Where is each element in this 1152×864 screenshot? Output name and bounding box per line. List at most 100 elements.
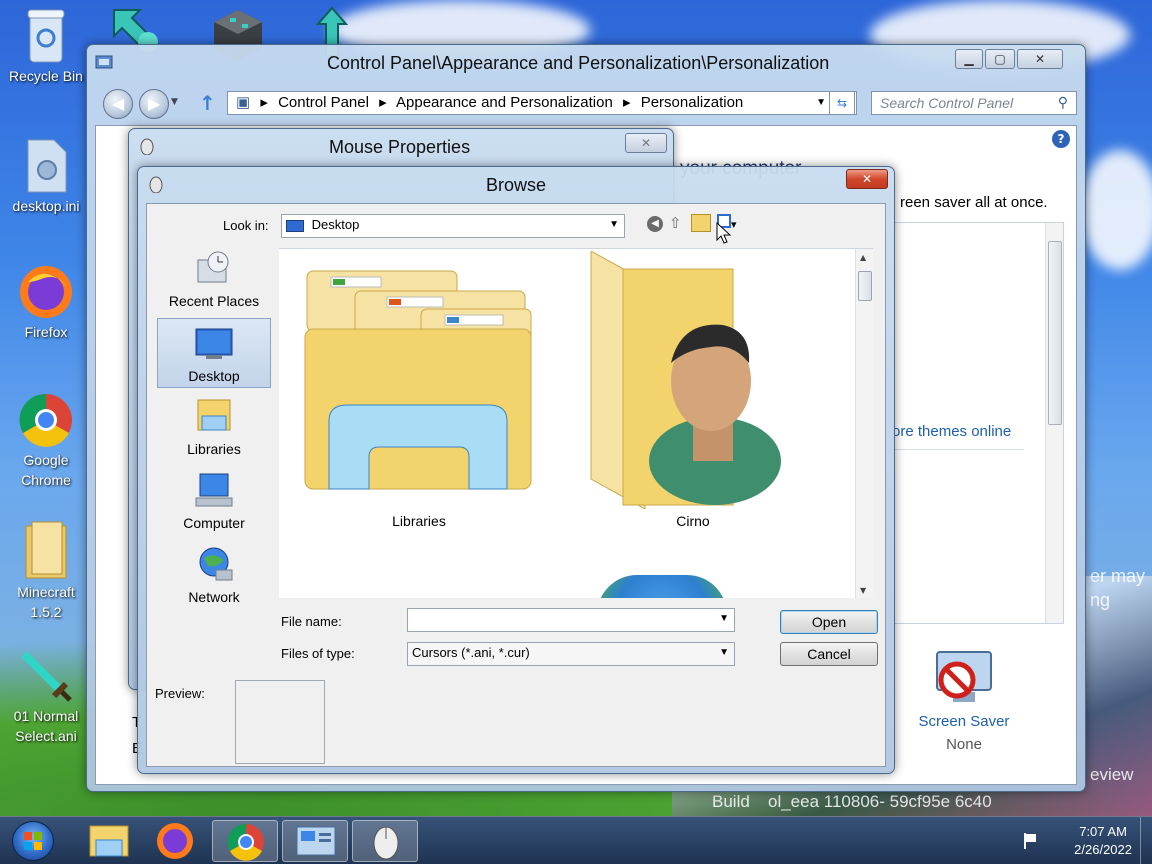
- clock-date: 2/26/2022: [1074, 842, 1132, 857]
- mouse-icon: [373, 826, 399, 860]
- desktop-icon-firefox[interactable]: Firefox: [4, 264, 88, 342]
- sword-cursor-icon: [21, 651, 72, 702]
- place-network[interactable]: Network: [157, 540, 271, 610]
- place-recent-places[interactable]: Recent Places: [157, 244, 271, 314]
- window-title: Mouse Properties: [329, 137, 471, 157]
- screen-saver-value: None: [946, 736, 982, 753]
- place-computer[interactable]: Computer: [157, 466, 271, 536]
- watermark-build-number: ol_eea 110806- 59cf95e 6c40: [768, 792, 992, 811]
- close-button[interactable]: ✕: [846, 169, 888, 189]
- chevron-down-icon[interactable]: ▼: [609, 215, 619, 235]
- taskbar-control-panel[interactable]: [282, 820, 348, 862]
- preview-label: Preview:: [155, 686, 205, 701]
- chevron-down-icon[interactable]: ▼: [719, 643, 729, 663]
- screen-saver-label[interactable]: Screen Saver: [904, 713, 1024, 730]
- address-bar[interactable]: ▣ ▸ Control Panel ▸ Appearance and Perso…: [227, 91, 857, 115]
- file-list-scrollbar[interactable]: ▲ ▼: [855, 249, 873, 598]
- cancel-button[interactable]: Cancel: [780, 642, 878, 666]
- desktop-icon-label: 01 Normal Select.ani: [13, 708, 79, 744]
- search-icon[interactable]: ⚲: [1058, 94, 1068, 111]
- explorer-folder-icon: [89, 825, 129, 857]
- breadcrumb-personalization[interactable]: Personalization: [641, 94, 744, 111]
- dialog-title: Browse: [486, 175, 547, 195]
- mouse-pointer-icon: [716, 222, 732, 244]
- file-item-label: Libraries: [392, 513, 446, 529]
- network-icon: [199, 547, 233, 581]
- scroll-down-arrow-icon[interactable]: ▼: [860, 586, 866, 595]
- search-input[interactable]: Search Control Panel ⚲: [871, 91, 1077, 115]
- new-folder-icon[interactable]: [691, 214, 711, 232]
- scrollbar-thumb[interactable]: [858, 271, 872, 301]
- chrome-icon: [227, 823, 264, 861]
- file-item-cirno[interactable]: [583, 250, 793, 510]
- open-button[interactable]: Open: [780, 610, 878, 634]
- description-fragment: reen saver all at once.: [900, 194, 1048, 211]
- up-folder-icon[interactable]: ⇧: [669, 214, 682, 232]
- screen-saver-icon: [936, 651, 992, 702]
- file-name-input[interactable]: ▼: [407, 608, 735, 632]
- watermark-text-1: eview: [1090, 765, 1134, 784]
- desktop-icon-desktop-ini[interactable]: desktop.ini: [4, 138, 88, 216]
- chrome-icon: [19, 393, 72, 447]
- file-item-libraries[interactable]: [303, 265, 535, 497]
- maximize-button[interactable]: ▢: [985, 49, 1015, 69]
- preview-box: [235, 680, 325, 764]
- action-center-flag-icon[interactable]: [1020, 831, 1040, 851]
- themes-scrollbar[interactable]: [1045, 223, 1063, 623]
- desktop-icon-minecraft[interactable]: Minecraft 1.5.2: [4, 520, 88, 622]
- close-button[interactable]: ✕: [1017, 49, 1063, 69]
- file-list-pane[interactable]: Libraries Cirno ▲ ▼: [279, 248, 873, 598]
- desktop-small-icon: [286, 219, 304, 232]
- clock-time: 7:07 AM: [1079, 824, 1127, 839]
- taskbar-chrome[interactable]: [212, 820, 278, 862]
- up-arrow-icon[interactable]: ↑: [199, 91, 216, 115]
- get-more-themes-link[interactable]: ore themes online: [892, 423, 1011, 440]
- firefox-icon: [157, 823, 193, 859]
- look-in-combo[interactable]: Desktop ▼: [281, 214, 625, 238]
- close-button[interactable]: ✕: [625, 133, 667, 153]
- show-desktop-button[interactable]: [1140, 817, 1152, 864]
- places-bar: Recent Places Desktop Libraries Computer…: [157, 244, 277, 684]
- settings-file-icon: [27, 139, 67, 193]
- firefox-icon: [20, 266, 72, 318]
- file-item-label: Cirno: [676, 513, 710, 529]
- screen-saver-item[interactable]: Screen Saver None: [904, 646, 1024, 753]
- address-dropdown-icon[interactable]: ▼: [816, 92, 826, 114]
- control-panel-icon: [95, 55, 113, 69]
- network-globe-icon: [597, 575, 727, 598]
- help-icon[interactable]: ?: [1052, 130, 1070, 148]
- taskbar-mouse-properties[interactable]: [352, 820, 418, 862]
- scroll-up-arrow-icon[interactable]: ▲: [860, 253, 866, 262]
- back-button[interactable]: ◀: [103, 89, 133, 119]
- minimize-button[interactable]: ▁: [955, 49, 983, 69]
- file-name-label: File name:: [281, 614, 342, 629]
- breadcrumb-control-panel[interactable]: Control Panel: [278, 94, 369, 111]
- place-libraries[interactable]: Libraries: [157, 392, 271, 462]
- place-desktop[interactable]: Desktop: [157, 318, 271, 388]
- forward-button[interactable]: ▶: [139, 89, 169, 119]
- desktop-icon-label: Google Chrome: [21, 452, 71, 488]
- refresh-button[interactable]: ⇆: [829, 91, 855, 115]
- files-of-type-select[interactable]: Cursors (*.ani, *.cur) ▼: [407, 642, 735, 666]
- desktop-side-text-2: ng: [1090, 590, 1111, 610]
- taskbar-firefox[interactable]: [142, 820, 208, 862]
- desktop-icon-recycle-bin[interactable]: Recycle Bin: [4, 6, 88, 86]
- files-of-type-label: Files of type:: [281, 646, 355, 661]
- mouse-icon: [149, 176, 163, 193]
- start-button[interactable]: [12, 821, 54, 861]
- recycle-bin-icon: [27, 9, 65, 63]
- chevron-down-icon[interactable]: ▼: [719, 609, 729, 629]
- browse-dialog[interactable]: Browse ✕ Look in: Desktop ▼ ◀ ⇧ ▾ Recent…: [137, 166, 895, 774]
- user-folder-icon: [590, 250, 781, 510]
- recent-pages-chevron-icon[interactable]: ▼: [171, 97, 178, 107]
- desktop-side-text-1: er may: [1090, 566, 1146, 586]
- taskbar-explorer[interactable]: [76, 820, 142, 862]
- system-clock[interactable]: 7:07 AM 2/26/2022: [1074, 823, 1132, 859]
- breadcrumb-appearance[interactable]: Appearance and Personalization: [396, 94, 613, 111]
- themes-scrollbar-thumb[interactable]: [1048, 241, 1062, 425]
- browse-content: Look in: Desktop ▼ ◀ ⇧ ▾ Recent Places D…: [146, 203, 886, 767]
- desktop-icon-google-chrome[interactable]: Google Chrome: [4, 392, 88, 490]
- computer-icon: [195, 473, 233, 507]
- desktop-icon-normal-select-ani[interactable]: 01 Normal Select.ani: [4, 648, 88, 746]
- back-icon[interactable]: ◀: [647, 216, 663, 232]
